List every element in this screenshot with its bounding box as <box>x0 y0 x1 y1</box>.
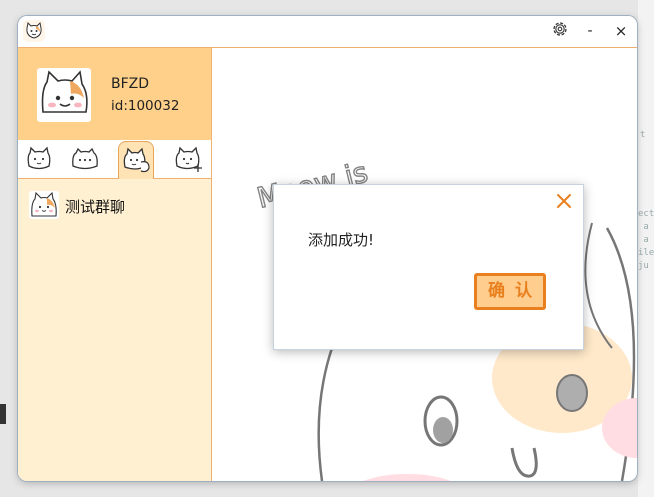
tab-add-friend[interactable] <box>172 142 206 176</box>
cat-group-icon <box>123 147 150 173</box>
chat-list-item[interactable]: 测试群聊 <box>26 190 206 220</box>
cat-face-icon <box>23 20 45 42</box>
username: BFZD <box>111 76 150 92</box>
tab-chats[interactable] <box>68 142 102 176</box>
background-artifact <box>0 404 6 424</box>
cat-head-icon <box>27 146 51 170</box>
tab-contacts[interactable] <box>22 142 56 176</box>
tab-bar <box>18 140 211 179</box>
cat-avatar-icon <box>29 191 59 219</box>
user-id: id:100032 <box>111 98 180 114</box>
profile-card: BFZD id:100032 <box>18 48 211 140</box>
gear-icon[interactable] <box>548 20 572 42</box>
avatar[interactable] <box>37 68 91 122</box>
dialog-message: 添加成功! <box>308 231 375 249</box>
app-window: - × BFZD id:100032 测试群聊 is 添加成功! 确认 <box>18 16 637 481</box>
close-icon[interactable] <box>554 191 574 211</box>
minimize-button[interactable]: - <box>578 20 602 42</box>
success-dialog: 添加成功! 确认 <box>273 184 584 350</box>
tab-groups[interactable] <box>118 141 154 179</box>
background-window-edge: t ect a a ile ju <box>638 0 654 497</box>
chat-name: 测试群聊 <box>65 198 126 216</box>
cat-add-icon <box>175 146 202 172</box>
close-button[interactable]: × <box>609 20 633 42</box>
title-bar: - × <box>18 16 637 48</box>
sidebar: BFZD id:100032 测试群聊 <box>18 48 212 481</box>
confirm-button[interactable]: 确认 <box>474 273 546 310</box>
cat-chat-icon <box>72 147 98 170</box>
